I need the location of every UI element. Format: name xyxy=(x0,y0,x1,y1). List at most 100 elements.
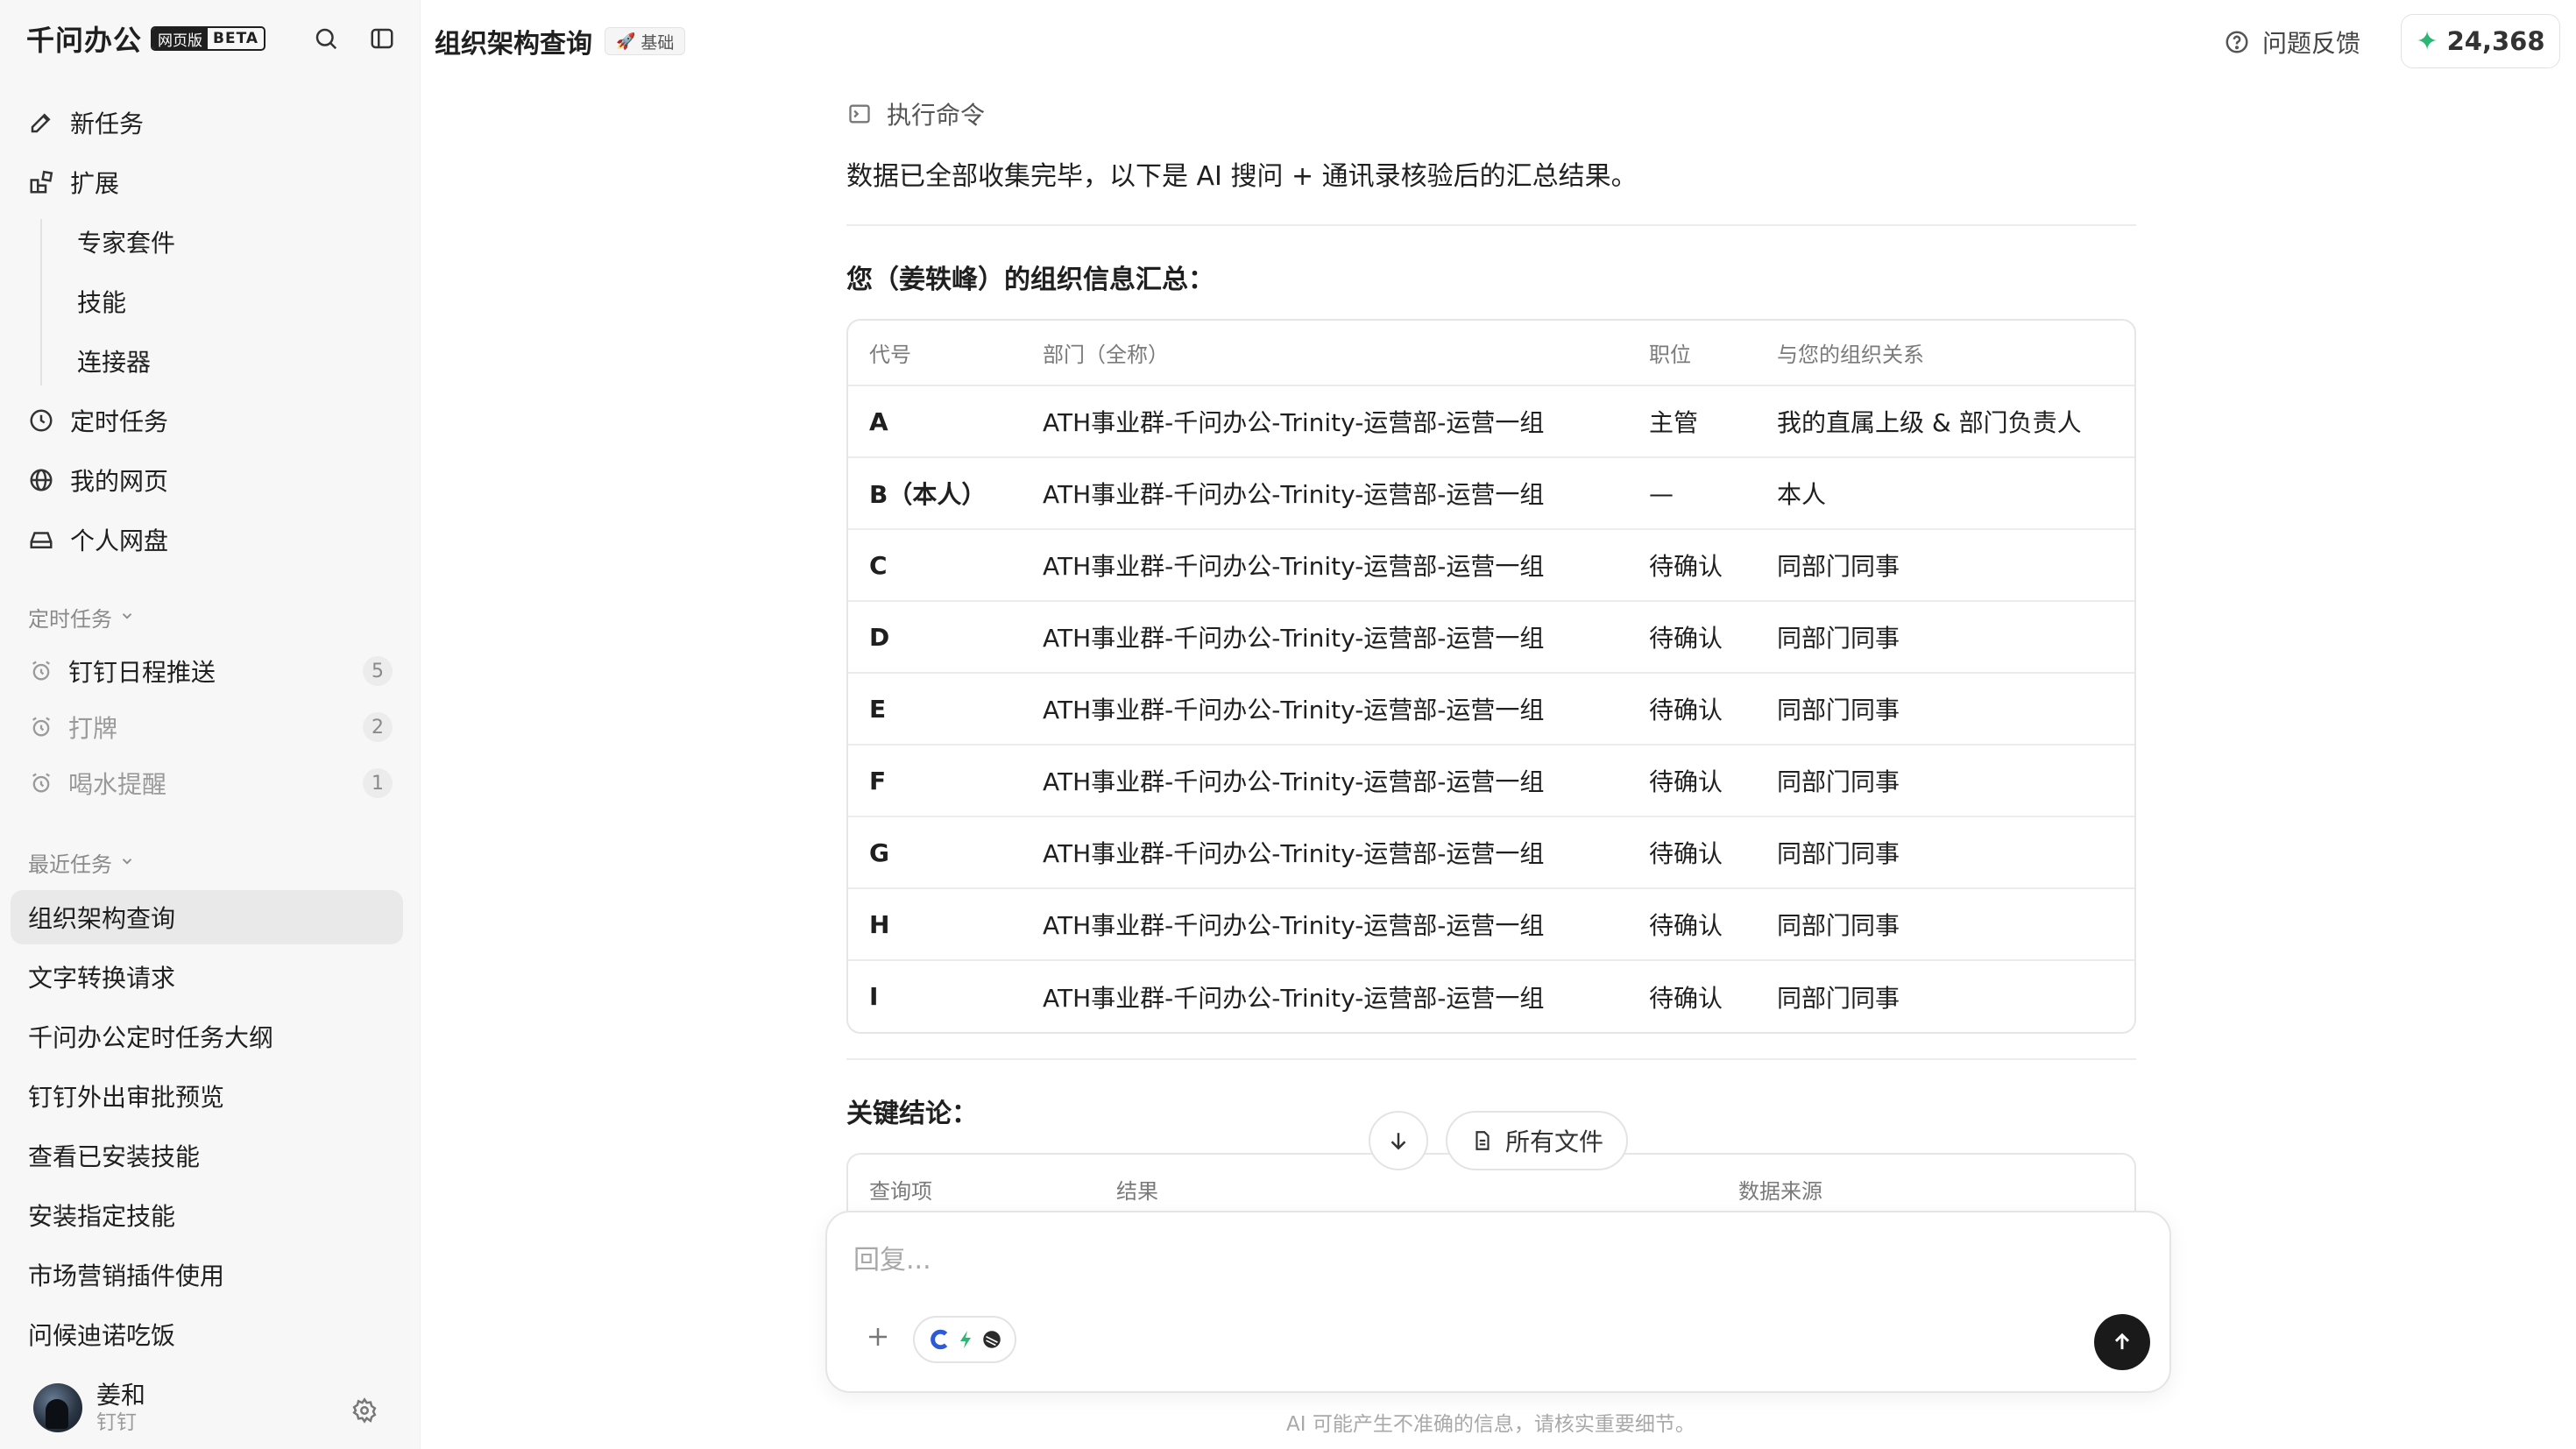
all-files-label: 所有文件 xyxy=(1504,1127,1603,1156)
recent-task-item[interactable]: 组织架构查询 xyxy=(11,890,403,944)
model-circle-icon xyxy=(983,1331,1001,1348)
page-title: 组织架构查询 🚀 基础 xyxy=(435,23,686,60)
alarm-icon xyxy=(28,658,54,684)
recent-task-item[interactable]: 安装指定技能 xyxy=(11,1188,403,1242)
add-attachment-button[interactable] xyxy=(859,1318,897,1356)
scheduled-item-count: 1 xyxy=(363,768,393,798)
nav-skills[interactable]: 技能 xyxy=(77,279,126,324)
nav-expert-kits[interactable]: 专家套件 xyxy=(77,219,175,265)
conclusion-title: 关键结论： xyxy=(846,1099,978,1129)
scheduled-item-count: 2 xyxy=(363,712,393,742)
nav-scheduled-tasks[interactable]: 定时任务 xyxy=(26,398,168,443)
reply-input[interactable] xyxy=(853,1233,2080,1286)
table-cell: 同部门同事 xyxy=(1756,745,2134,817)
table-cell: 主管 xyxy=(1628,385,1756,458)
reply-composer xyxy=(825,1211,2171,1393)
sidebar-toggle-icon[interactable] xyxy=(366,23,398,54)
mode-tag[interactable]: 🚀 基础 xyxy=(605,27,686,55)
version-badge-beta: BETA xyxy=(213,30,259,47)
summary-title: 您（姜轶峰）的组织信息汇总： xyxy=(846,265,1214,295)
feedback-button[interactable]: 问题反馈 xyxy=(2222,23,2360,61)
feedback-label: 问题反馈 xyxy=(2262,29,2361,58)
table-cell: ATH事业群-千问办公-Trinity-运营部-运营一组 xyxy=(1022,745,1628,817)
model-bolt-icon xyxy=(960,1331,971,1348)
search-icon[interactable] xyxy=(310,23,342,54)
user-profile[interactable]: 姜和 钉钉 xyxy=(33,1381,145,1435)
brand-logo[interactable]: 千问办公 网页版 BETA xyxy=(26,21,266,57)
table-row: D ATH事业群-千问办公-Trinity-运营部-运营一组 待确认 同部门同事 xyxy=(848,601,2134,674)
divider xyxy=(846,224,2136,226)
gear-icon[interactable] xyxy=(349,1395,380,1426)
table-cell: H xyxy=(848,888,1022,961)
nav-drive[interactable]: 个人网盘 xyxy=(26,517,168,562)
mode-tag-label: 基础 xyxy=(640,32,675,53)
arrow-up-icon xyxy=(2114,1332,2130,1350)
nav-new-task[interactable]: 新任务 xyxy=(26,100,144,145)
table-cell: 待确认 xyxy=(1649,983,1723,1013)
table-cell: 同部门同事 xyxy=(1756,601,2134,674)
alarm-icon xyxy=(28,714,54,740)
table-row: A ATH事业群-千问办公-Trinity-运营部-运营一组 主管 我的直属上级… xyxy=(848,385,2134,458)
version-badge: 网页版 BETA xyxy=(151,26,266,51)
drive-icon xyxy=(26,525,56,555)
recent-section-header[interactable]: 最近任务 xyxy=(28,846,135,878)
table-header-row: 代号 部门（全称） 职位 与您的组织关系 xyxy=(848,321,2134,386)
nav-my-pages[interactable]: 我的网页 xyxy=(26,457,168,503)
nav-my-pages-label: 我的网页 xyxy=(70,467,169,496)
submenu-guide-line xyxy=(40,219,42,385)
nav-extensions-label: 扩展 xyxy=(70,169,120,198)
send-button[interactable] xyxy=(2094,1314,2150,1370)
credits-badge[interactable]: ✦ 24,368 xyxy=(2401,14,2560,68)
table-cell: 同部门同事 xyxy=(1777,983,1900,1013)
chevron-down-icon xyxy=(119,604,135,629)
nav-connectors[interactable]: 连接器 xyxy=(77,338,151,384)
chevron-down-icon xyxy=(119,850,135,874)
rocket-icon: 🚀 xyxy=(616,32,636,51)
table-cell: ATH事业群-千问办公-Trinity-运营部-运营一组 xyxy=(1022,601,1628,674)
table-cell: F xyxy=(848,745,1022,817)
all-files-button[interactable]: 所有文件 xyxy=(1446,1111,1628,1170)
table-row: H ATH事业群-千问办公-Trinity-运营部-运营一组 待确认 同部门同事 xyxy=(848,888,2134,961)
column-header: 代号 xyxy=(848,321,1022,386)
recent-task-item[interactable]: 市场营销插件使用 xyxy=(11,1248,403,1302)
table-cell: 我的直属上级 & 部门负责人 xyxy=(1756,385,2134,458)
scheduled-section-title: 定时任务 xyxy=(28,606,112,632)
scheduled-item[interactable]: 钉钉日程推送 5 xyxy=(28,648,393,694)
divider xyxy=(846,1058,2136,1060)
edit-icon xyxy=(26,108,56,138)
recent-task-item[interactable]: 文字转换请求 xyxy=(11,950,403,1004)
column-header: 查询项 xyxy=(869,1179,932,1204)
recent-task-item[interactable]: 钉钉外出审批预览 xyxy=(11,1069,403,1123)
scroll-to-bottom-button[interactable] xyxy=(1369,1111,1428,1170)
avatar xyxy=(33,1383,82,1432)
nav-extensions[interactable]: 扩展 xyxy=(26,159,119,205)
table-cell: 待确认 xyxy=(1628,601,1756,674)
table-cell: I xyxy=(869,982,879,1011)
recent-task-item[interactable]: 问候迪诺吃饭 xyxy=(11,1307,403,1361)
model-selector[interactable] xyxy=(913,1316,1016,1363)
model-c-icon xyxy=(931,1329,948,1350)
table-row: G ATH事业群-千问办公-Trinity-运营部-运营一组 待确认 同部门同事 xyxy=(848,816,2134,889)
execute-command-row[interactable]: 执行命令 xyxy=(846,96,985,131)
execute-command-label: 执行命令 xyxy=(887,101,986,130)
table-row: I ATH事业群-千问办公-Trinity-运营部-运营一组 待确认 同部门同事 xyxy=(848,960,2134,1032)
recent-task-item[interactable]: 查看已安装技能 xyxy=(11,1128,403,1183)
alarm-icon xyxy=(28,770,54,796)
scheduled-item[interactable]: 喝水提醒 1 xyxy=(28,760,393,806)
terminal-icon xyxy=(846,101,873,127)
page-title-text: 组织架构查询 xyxy=(435,29,592,60)
scheduled-item[interactable]: 打牌 2 xyxy=(28,704,393,750)
scheduled-section-header[interactable]: 定时任务 xyxy=(28,601,135,633)
table-cell: ATH事业群-千问办公-Trinity-运营部-运营一组 xyxy=(1022,457,1628,530)
scheduled-item-label: 钉钉日程推送 xyxy=(68,658,216,687)
column-header: 部门（全称） xyxy=(1022,321,1628,386)
plus-icon xyxy=(869,1328,887,1346)
recent-task-item[interactable]: 千问办公定时任务大纲 xyxy=(11,1009,403,1064)
ai-disclaimer: AI 可能产生不准确的信息，请核实重要细节。 xyxy=(1286,1413,1695,1436)
brand-name: 千问办公 xyxy=(26,24,143,57)
nav-scheduled-label: 定时任务 xyxy=(70,407,169,436)
org-info-table: 代号 部门（全称） 职位 与您的组织关系 A ATH事业群-千问办公-Trini… xyxy=(846,319,2136,1034)
table-cell: ATH事业群-千问办公-Trinity-运营部-运营一组 xyxy=(1022,888,1628,961)
column-header: 数据来源 xyxy=(1738,1179,1822,1204)
summary-intro: 数据已全部收集完毕，以下是 AI 搜问 + 通讯录核验后的汇总结果。 xyxy=(846,161,1638,192)
